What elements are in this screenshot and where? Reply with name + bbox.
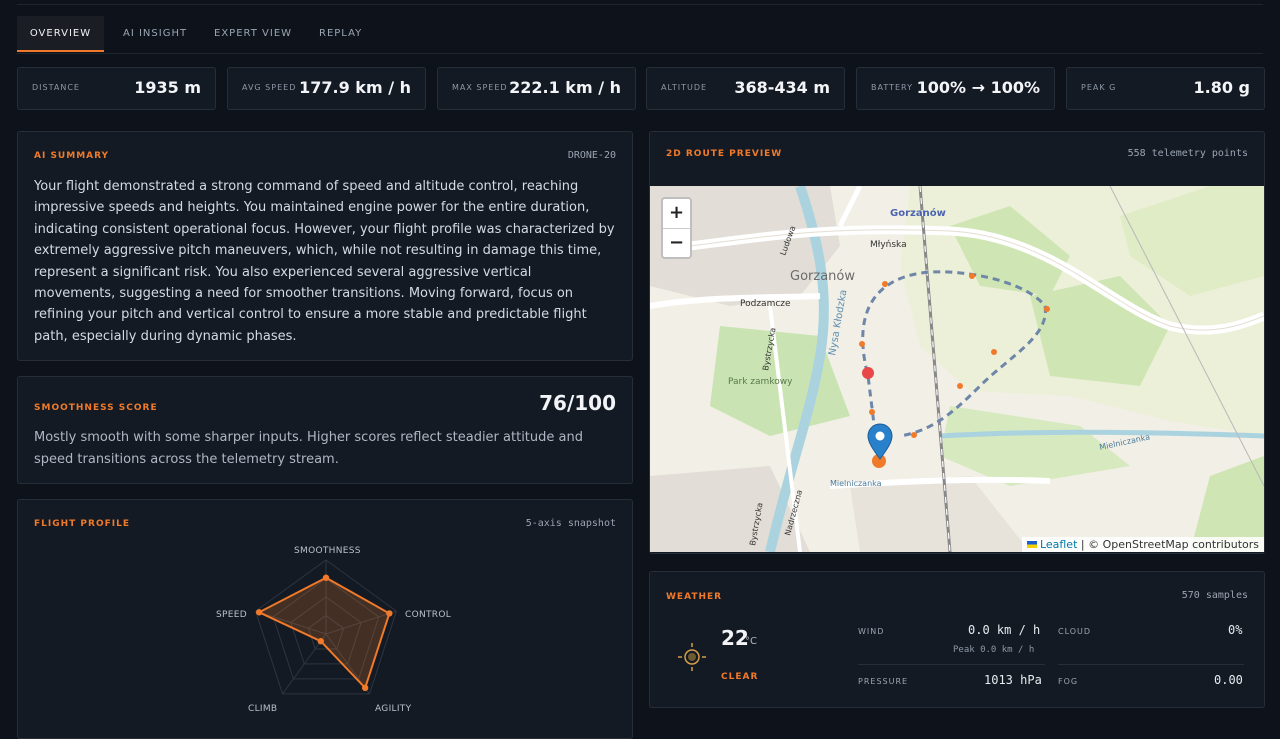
- ai-summary-model: DRONE-20: [567, 150, 616, 161]
- weather-condition: CLEAR: [721, 672, 759, 682]
- route-meta: 558 telemetry points: [1127, 148, 1248, 159]
- radar-chart: [255, 559, 397, 695]
- fog-label: FOG: [1058, 677, 1079, 686]
- radar-label-smoothness: SMOOTHNESS: [294, 546, 361, 556]
- route-title: 2D ROUTE PREVIEW: [666, 149, 783, 159]
- tab-replay[interactable]: REPLAY: [319, 16, 362, 52]
- stat-altitude: ALTITUDE 368-434 m: [646, 67, 845, 110]
- wind-peak: Peak 0.0 km / h: [953, 645, 1035, 655]
- ukraine-flag-icon: [1026, 541, 1037, 548]
- smoothness-text: Mostly smooth with some sharper inputs. …: [34, 430, 583, 467]
- divider: [858, 664, 1045, 665]
- map-label-town-top: Gorzanów: [890, 207, 946, 219]
- flight-profile-panel: FLIGHT PROFILE 5-axis snapshot SMOOTHNES…: [17, 499, 633, 739]
- weather-panel: WEATHER 570 samples 22 °C CLEAR WIND 0.0…: [649, 571, 1265, 708]
- zoom-out-button[interactable]: −: [663, 229, 690, 258]
- cloud-label: CLOUD: [1058, 627, 1092, 636]
- stat-value: 1935 m: [134, 78, 201, 97]
- fog-value: 0.00: [1214, 673, 1243, 687]
- weather-meta: 570 samples: [1181, 590, 1248, 601]
- radar-label-agility: AGILITY: [375, 704, 412, 714]
- weather-title: WEATHER: [666, 592, 723, 602]
- stat-peak-g: PEAK G 1.80 g: [1066, 67, 1265, 110]
- tab-overview[interactable]: OVERVIEW: [17, 16, 104, 52]
- stat-value: 100% → 100%: [916, 78, 1040, 97]
- stat-max-speed: MAX SPEED 222.1 km / h: [437, 67, 636, 110]
- stat-label: BATTERY: [871, 83, 913, 92]
- tab-ai-insight[interactable]: AI INSIGHT: [123, 16, 187, 52]
- ai-summary-panel: AI SUMMARY DRONE-20 Your flight demonstr…: [17, 131, 633, 361]
- map-zoom-control: + −: [661, 197, 692, 259]
- ai-summary-text: Your flight demonstrated a strong comman…: [34, 179, 615, 344]
- stat-label: MAX SPEED: [452, 83, 508, 92]
- map-label-street: Podzamcze: [740, 299, 791, 309]
- ai-summary-title: AI SUMMARY: [34, 151, 110, 161]
- smoothness-score: 76/100: [539, 391, 616, 415]
- sun-icon: [678, 643, 706, 671]
- stat-value: 368-434 m: [734, 78, 830, 97]
- radar-point-smoothness: [322, 574, 330, 581]
- temperature-unit: °C: [745, 636, 757, 647]
- map-label-town: Gorzanów: [790, 269, 855, 284]
- pressure-value: 1013 hPa: [984, 673, 1042, 687]
- stat-avg-speed: AVG SPEED 177.9 km / h: [227, 67, 426, 110]
- map-attribution: Leaflet | © OpenStreetMap contributors: [1021, 537, 1264, 552]
- radar-point-control: [386, 610, 393, 617]
- top-divider: [17, 4, 1263, 5]
- radar-point-speed: [255, 609, 263, 616]
- zoom-in-button[interactable]: +: [663, 199, 690, 229]
- stat-distance: DISTANCE 1935 m: [17, 67, 216, 110]
- pressure-label: PRESSURE: [858, 677, 909, 686]
- wind-value: 0.0 km / h: [968, 623, 1041, 637]
- radar-label-speed: SPEED: [216, 610, 247, 620]
- leaflet-link[interactable]: Leaflet: [1040, 538, 1077, 551]
- radar-label-control: CONTROL: [405, 610, 452, 620]
- stat-value: 222.1 km / h: [509, 78, 621, 97]
- stat-battery: BATTERY 100% → 100%: [856, 67, 1055, 110]
- radar-point-climb: [317, 637, 324, 645]
- map-label-creek: Mielniczanka: [830, 479, 882, 488]
- map-label-street: Młyńska: [870, 240, 907, 250]
- stat-value: 177.9 km / h: [299, 78, 411, 97]
- map-label-park: Park zamkowy: [728, 377, 793, 387]
- route-map[interactable]: Gorzanów Gorzanów Młyńska Podzamcze Ludo…: [650, 186, 1264, 552]
- smoothness-panel: SMOOTHNESS SCORE 76/100 Mostly smooth wi…: [17, 376, 633, 484]
- attribution-text: | © OpenStreetMap contributors: [1077, 538, 1259, 551]
- radar-point-agility: [361, 684, 369, 692]
- stat-value: 1.80 g: [1193, 78, 1251, 97]
- radar-label-climb: CLIMB: [248, 704, 278, 714]
- stat-label: PEAK G: [1081, 83, 1117, 92]
- stat-label: AVG SPEED: [242, 83, 297, 92]
- tab-bar: OVERVIEW AI INSIGHT EXPERT VIEW REPLAY: [17, 16, 1263, 54]
- map-tiles: Gorzanów Gorzanów Młyńska Podzamcze Ludo…: [650, 186, 1264, 552]
- smoothness-title: SMOOTHNESS SCORE: [34, 403, 158, 413]
- wind-label: WIND: [858, 627, 885, 636]
- cloud-value: 0%: [1228, 623, 1243, 637]
- tab-expert-view[interactable]: EXPERT VIEW: [214, 16, 292, 52]
- divider: [1058, 664, 1244, 665]
- stat-label: ALTITUDE: [661, 83, 708, 92]
- stat-label: DISTANCE: [32, 83, 80, 92]
